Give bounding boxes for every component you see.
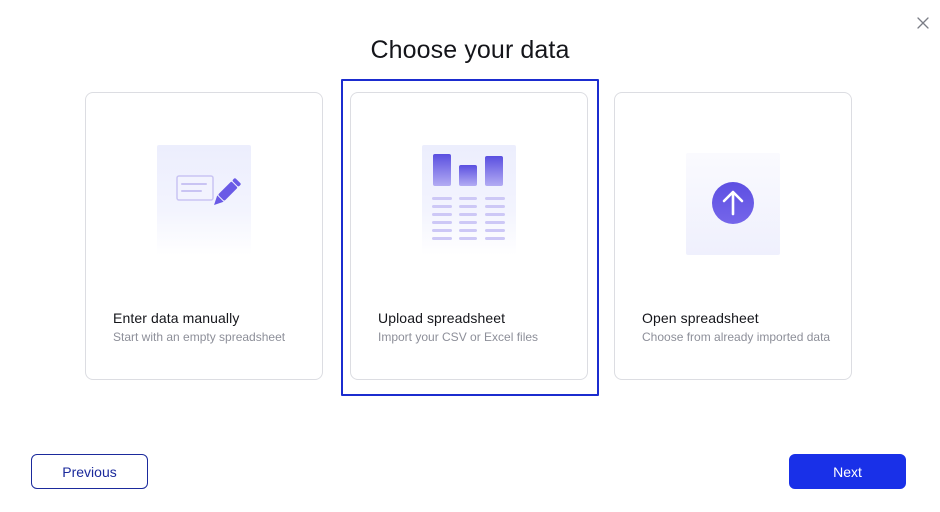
card-description: Import your CSV or Excel files: [378, 330, 539, 344]
upload-arrow-icon: [686, 153, 780, 255]
card-upload-spreadsheet[interactable]: Upload spreadsheet Import your CSV or Ex…: [350, 92, 588, 380]
choose-data-dialog: Choose your data Enter data manually Sta…: [0, 0, 940, 512]
edit-form-icon: [157, 145, 251, 255]
close-icon: [917, 17, 929, 29]
card-title: Upload spreadsheet: [378, 310, 506, 326]
spreadsheet-chart-icon: [422, 145, 516, 255]
card-open-spreadsheet[interactable]: Open spreadsheet Choose from already imp…: [614, 92, 852, 380]
card-description: Start with an empty spreadsheet: [113, 330, 286, 344]
dialog-title: Choose your data: [370, 36, 570, 64]
card-enter-data-manually[interactable]: Enter data manually Start with an empty …: [85, 92, 323, 380]
previous-button[interactable]: Previous: [31, 454, 148, 489]
next-button[interactable]: Next: [789, 454, 906, 489]
card-description: Choose from already imported data: [642, 330, 831, 344]
card-title: Open spreadsheet: [642, 310, 759, 326]
card-title: Enter data manually: [113, 310, 240, 326]
close-button[interactable]: [914, 14, 932, 32]
